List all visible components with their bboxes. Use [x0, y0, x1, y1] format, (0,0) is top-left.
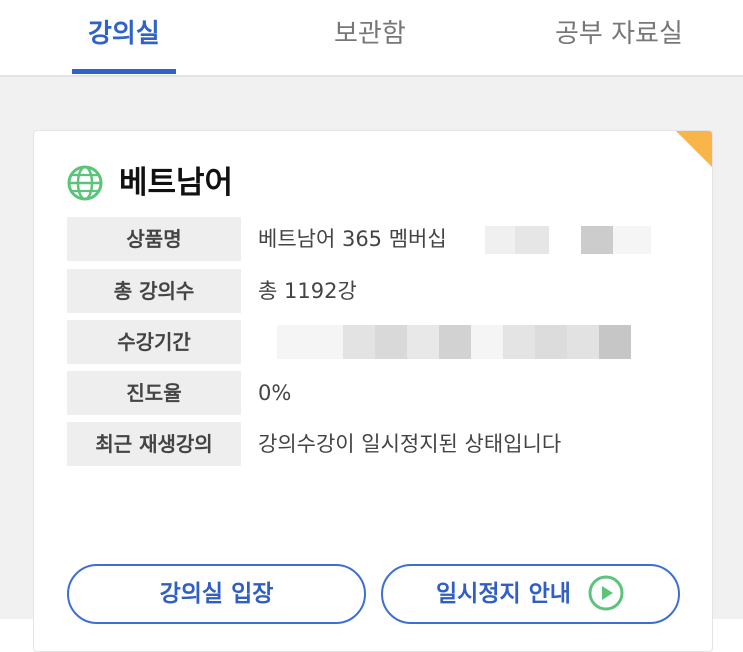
info-row-recent-lecture: 최근 재생강의 강의수강이 일시정지된 상태입니다 [67, 422, 677, 466]
info-value: 총 1192강 [258, 279, 357, 303]
play-circle-icon [588, 575, 624, 610]
info-label: 진도율 [67, 371, 241, 415]
globe-icon [67, 165, 103, 201]
info-row-lecture-count: 총 강의수 총 1192강 [67, 269, 677, 313]
redacted-block [515, 226, 549, 254]
redacted-block [567, 325, 599, 359]
course-title: 베트남어 [119, 165, 234, 201]
redacted-block [277, 325, 343, 359]
redacted-block [407, 325, 439, 359]
tab-study-materials[interactable]: 공부 자료실 [555, 14, 683, 54]
redacted-block [485, 226, 515, 254]
redacted-block [471, 325, 503, 359]
active-tab-indicator [72, 69, 176, 74]
redacted-block [439, 325, 471, 359]
info-row-progress: 진도율 0% [67, 371, 677, 415]
enter-classroom-button[interactable]: 강의실 입장 [67, 564, 366, 624]
info-label: 총 강의수 [67, 269, 241, 313]
enter-classroom-label: 강의실 입장 [159, 581, 274, 607]
info-value: 베트남어 365 멤버십 [258, 227, 447, 251]
info-value: 0% [258, 381, 292, 405]
pause-info-label: 일시정지 안내 [436, 581, 571, 607]
course-card: 베트남어 상품명 베트남어 365 멤버십 총 강의수 총 1192강 수강기간 [33, 130, 713, 652]
card-corner-badge [674, 131, 712, 169]
info-value: 강의수강이 일시정지된 상태입니다 [258, 432, 562, 456]
tab-bar: 강의실 보관함 공부 자료실 [0, 0, 743, 77]
info-label: 최근 재생강의 [67, 422, 241, 466]
redacted-block [599, 325, 631, 359]
info-row-product: 상품명 베트남어 365 멤버십 [67, 217, 677, 261]
tab-storage[interactable]: 보관함 [334, 14, 406, 54]
redacted-block [503, 325, 535, 359]
info-label: 수강기간 [67, 320, 241, 364]
content-area: 베트남어 상품명 베트남어 365 멤버십 총 강의수 총 1192강 수강기간 [0, 77, 743, 652]
info-label: 상품명 [67, 217, 241, 261]
redacted-block [535, 325, 567, 359]
info-row-period: 수강기간 [67, 320, 677, 364]
redacted-block [581, 226, 613, 254]
tab-classroom[interactable]: 강의실 [88, 14, 160, 54]
redacted-block [375, 325, 407, 359]
redacted-block [613, 226, 651, 254]
pause-info-button[interactable]: 일시정지 안내 [381, 564, 680, 624]
redacted-block [343, 325, 375, 359]
